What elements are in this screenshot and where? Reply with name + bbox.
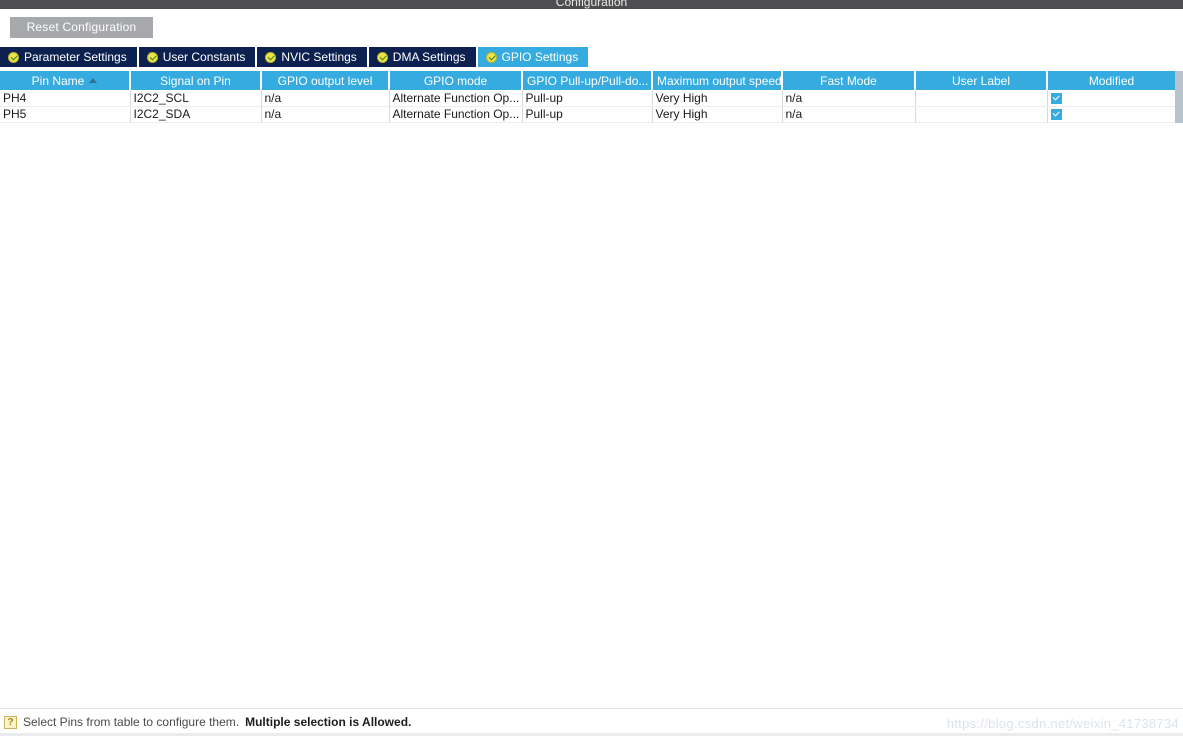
column-header-label: GPIO mode [423,73,488,88]
tab-label: User Constants [162,50,246,64]
cell-gpio-mode[interactable]: Alternate Function Op... [389,106,523,123]
help-question-icon[interactable]: ? [4,715,17,729]
cell-gpio-pull[interactable]: Pull-up [522,106,653,123]
cell-user-label[interactable] [915,106,1048,123]
column-header-label: Maximum output speed [657,73,782,88]
table-row[interactable]: PH5 I2C2_SDA n/a Alternate Function Op... Pu… [0,106,1175,123]
sort-ascending-icon [89,77,98,83]
check-circle-icon [146,51,158,63]
cell-text: n/a [264,90,282,105]
cell-gpio-mode[interactable]: Alternate Function Op... [389,90,523,107]
tab-nvic-settings[interactable]: NVIC Settings [257,47,367,67]
pin-configuration-table-container: Pin Name Signal on Pin GPIO output level GP… [0,71,1175,123]
cell-signal-on-pin[interactable]: I2C2_SCL [130,90,262,107]
tab-label: GPIO Settings [501,50,579,64]
status-bar-text: Select Pins from table to configure them… [23,715,240,729]
table-body: PH4 I2C2_SCL n/a Alternate Function Op... Pu… [0,90,1175,123]
tab-parameter-settings[interactable]: Parameter Settings [0,47,137,67]
table-header-row: Pin Name Signal on Pin GPIO output level GP… [0,71,1175,90]
cell-text: I2C2_SCL [133,90,189,105]
status-bar-emphasis: Multiple selection is Allowed. [245,715,412,729]
column-header-label: GPIO Pull-up/Pull-do... [527,73,649,88]
cell-text: Very High [655,90,708,105]
cell-text: Alternate Function Op... [392,107,520,121]
cell-gpio-pull[interactable]: Pull-up [522,90,653,107]
cell-fast-mode[interactable]: n/a [782,90,916,107]
column-header-pin-name[interactable]: Pin Name [0,71,131,90]
cell-text: n/a [785,90,803,105]
column-header-modified[interactable]: Modified [1047,71,1175,90]
check-circle-icon [8,51,19,63]
settings-tab-bar: Parameter Settings User Constants NVIC Set… [0,47,1183,67]
cell-gpio-output-level[interactable]: n/a [261,90,390,107]
cell-modified[interactable] [1047,106,1175,123]
column-header-gpio-mode[interactable]: GPIO mode [389,71,523,90]
tab-gpio-settings[interactable]: GPIO Settings [477,47,589,67]
cell-user-label[interactable] [915,90,1048,107]
cell-signal-on-pin[interactable]: I2C2_SDA [130,106,262,123]
modified-checkbox[interactable] [1050,109,1062,121]
column-header-label: GPIO output level [277,73,373,88]
cell-text: I2C2_SDA [133,107,191,121]
cell-text: n/a [785,107,803,121]
column-header-label: Signal on Pin [160,73,231,88]
cell-text: PH5 [3,107,27,121]
window-title-bar: Configuration [0,0,1183,9]
vertical-scrollbar[interactable] [1175,71,1183,123]
status-message: ? Select Pins from table to configure th… [4,715,411,729]
cell-text: Alternate Function Op... [392,90,520,105]
tab-label: DMA Settings [392,50,466,64]
toolbar: Reset Configuration [0,9,1183,46]
cell-pin-name[interactable]: PH4 [0,90,131,107]
check-circle-icon [485,51,497,63]
pin-configuration-table: Pin Name Signal on Pin GPIO output level GP… [0,71,1175,123]
cell-text: PH4 [3,90,27,105]
tab-label: Parameter Settings [24,50,127,64]
modified-checkbox[interactable] [1050,93,1062,105]
cell-pin-name[interactable]: PH5 [0,106,131,123]
column-header-label: Modified [1088,73,1135,88]
cell-fast-mode[interactable]: n/a [782,106,916,123]
column-header-gpio-output-level[interactable]: GPIO output level [261,71,390,90]
cell-text: Pull-up [525,90,563,105]
column-header-signal-on-pin[interactable]: Signal on Pin [130,71,262,90]
column-header-user-label[interactable]: User Label [915,71,1048,90]
cell-max-output-speed[interactable]: Very High [652,90,783,107]
reset-configuration-button[interactable]: Reset Configuration [10,17,153,38]
column-header-fast-mode[interactable]: Fast Mode [782,71,916,90]
cell-max-output-speed[interactable]: Very High [652,106,783,123]
tab-dma-settings[interactable]: DMA Settings [368,47,476,67]
table-row[interactable]: PH4 I2C2_SCL n/a Alternate Function Op... Pu… [0,90,1175,107]
column-header-label: Fast Mode [820,73,877,88]
window-title: Configuration [555,0,628,9]
check-circle-icon [376,51,388,63]
cell-gpio-output-level[interactable]: n/a [261,106,390,123]
cell-text: n/a [264,107,282,121]
column-header-maximum-output-speed[interactable]: Maximum output speed [652,71,783,90]
cell-modified[interactable] [1047,90,1175,107]
column-header-label: Pin Name [31,73,85,88]
check-circle-icon [265,51,277,63]
status-bar: ? Select Pins from table to configure th… [0,708,1183,736]
cell-text: Very High [655,107,708,121]
table-header: Pin Name Signal on Pin GPIO output level GP… [0,71,1175,90]
configuration-panel: Configuration Reset Configuration Parame… [0,0,1183,736]
tab-user-constants[interactable]: User Constants [138,47,256,67]
watermark-text: https://blog.csdn.net/weixin_41738734 [946,716,1179,731]
column-header-gpio-pull-up-pull-do[interactable]: GPIO Pull-up/Pull-do... [522,71,653,90]
cell-text: Pull-up [525,107,563,121]
column-header-label: User Label [951,73,1011,88]
tab-label: NVIC Settings [281,50,357,64]
